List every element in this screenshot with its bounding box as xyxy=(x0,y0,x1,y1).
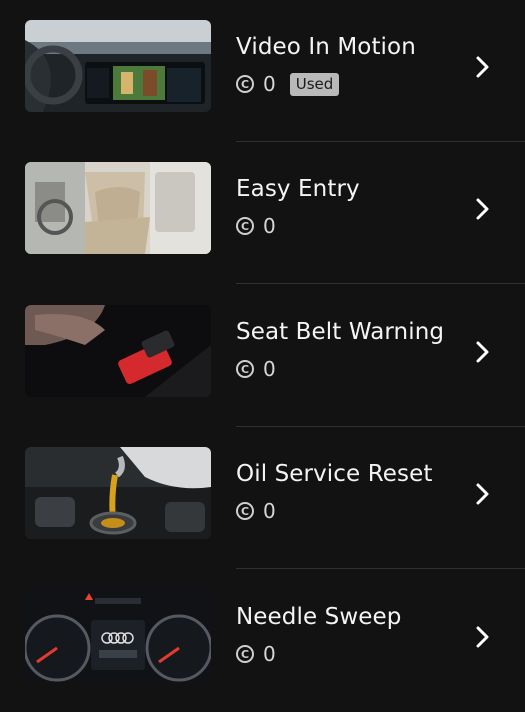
thumbnail-easy-entry xyxy=(25,162,211,254)
item-title: Needle Sweep xyxy=(236,604,402,630)
coin-icon: C xyxy=(236,75,254,93)
divider xyxy=(236,568,525,569)
divider xyxy=(236,283,525,284)
item-count: 0 xyxy=(263,214,276,238)
item-count: 0 xyxy=(263,642,276,666)
item-meta: C 0 xyxy=(236,499,276,523)
item-title: Easy Entry xyxy=(236,176,360,202)
item-count: 0 xyxy=(263,357,276,381)
chevron-right-icon[interactable] xyxy=(474,196,492,222)
item-meta: C 0 xyxy=(236,642,276,666)
item-meta: C 0 xyxy=(236,214,276,238)
coin-icon: C xyxy=(236,360,254,378)
coin-icon: C xyxy=(236,502,254,520)
coin-icon: C xyxy=(236,217,254,235)
item-count: 0 xyxy=(263,499,276,523)
item-title: Oil Service Reset xyxy=(236,461,433,487)
item-count: 0 xyxy=(263,72,276,96)
thumbnail-seat-belt-warning xyxy=(25,305,211,397)
list-item-oil-service-reset[interactable]: Oil Service Reset C 0 xyxy=(0,427,525,569)
coin-icon: C xyxy=(236,645,254,663)
chevron-right-icon[interactable] xyxy=(474,481,492,507)
item-meta: C 0 Used xyxy=(236,72,340,96)
item-title: Video In Motion xyxy=(236,34,416,60)
item-meta: C 0 xyxy=(236,357,276,381)
thumbnail-needle-sweep xyxy=(25,590,211,682)
list-item-easy-entry[interactable]: Easy Entry C 0 xyxy=(0,142,525,284)
feature-list: Video In Motion C 0 Used Easy Entry C 0 … xyxy=(0,0,525,700)
used-badge: Used xyxy=(289,72,340,96)
list-item-seat-belt-warning[interactable]: Seat Belt Warning C 0 xyxy=(0,285,525,427)
chevron-right-icon[interactable] xyxy=(474,339,492,365)
chevron-right-icon[interactable] xyxy=(474,54,492,80)
item-title: Seat Belt Warning xyxy=(236,319,445,345)
chevron-right-icon[interactable] xyxy=(474,624,492,650)
list-item-video-in-motion[interactable]: Video In Motion C 0 Used xyxy=(0,0,525,142)
thumbnail-video-in-motion xyxy=(25,20,211,112)
thumbnail-oil-service-reset xyxy=(25,447,211,539)
list-item-needle-sweep[interactable]: Needle Sweep C 0 xyxy=(0,570,525,712)
